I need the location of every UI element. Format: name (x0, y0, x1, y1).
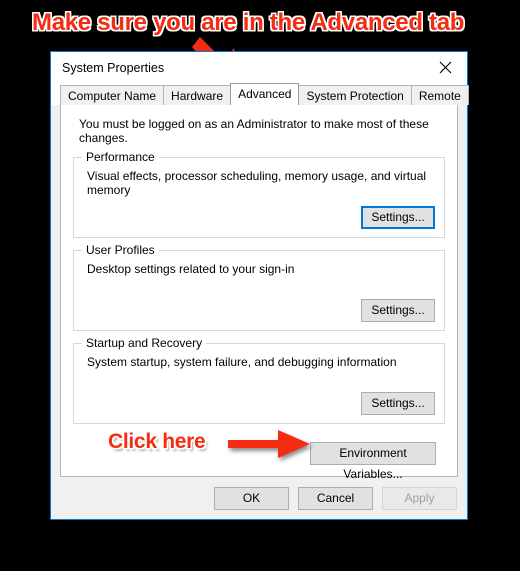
arrow-to-environment-variables-icon (228, 428, 312, 460)
annotation-click-here-note: Click here (108, 430, 206, 453)
dialog-footer: OK Cancel Apply (51, 477, 467, 519)
apply-button: Apply (382, 486, 457, 510)
tab-strip: Computer Name Hardware Advanced System P… (51, 83, 469, 105)
user-profiles-description: Desktop settings related to your sign-in (87, 262, 295, 276)
performance-group-label: Performance (82, 150, 159, 164)
tab-hardware[interactable]: Hardware (163, 85, 232, 105)
startup-recovery-group: Startup and Recovery System startup, sys… (73, 336, 445, 424)
startup-recovery-settings-button[interactable]: Settings... (361, 392, 435, 415)
administrator-note: You must be logged on as an Administrato… (79, 117, 429, 145)
user-profiles-group-label: User Profiles (82, 243, 159, 257)
advanced-tab-panel: You must be logged on as an Administrato… (60, 104, 458, 481)
user-profiles-settings-button[interactable]: Settings... (361, 299, 435, 322)
performance-settings-button[interactable]: Settings... (361, 206, 435, 229)
tab-remote[interactable]: Remote (410, 85, 469, 105)
startup-recovery-description: System startup, system failure, and debu… (87, 355, 397, 369)
performance-description: Visual effects, processor scheduling, me… (87, 169, 427, 197)
title-bar: System Properties (51, 52, 467, 83)
startup-recovery-group-label: Startup and Recovery (82, 336, 207, 350)
user-profiles-group: User Profiles Desktop settings related t… (73, 243, 445, 331)
cancel-button[interactable]: Cancel (298, 486, 373, 510)
tab-system-protection[interactable]: System Protection (298, 85, 412, 105)
ok-button[interactable]: OK (214, 486, 289, 510)
close-icon[interactable] (423, 52, 467, 82)
environment-variables-button[interactable]: Environment Variables... (310, 442, 436, 481)
tab-advanced[interactable]: Advanced (230, 83, 300, 105)
tab-computer-name[interactable]: Computer Name (60, 85, 165, 105)
performance-group: Performance Visual effects, processor sc… (73, 150, 445, 238)
window-title: System Properties (62, 60, 165, 75)
